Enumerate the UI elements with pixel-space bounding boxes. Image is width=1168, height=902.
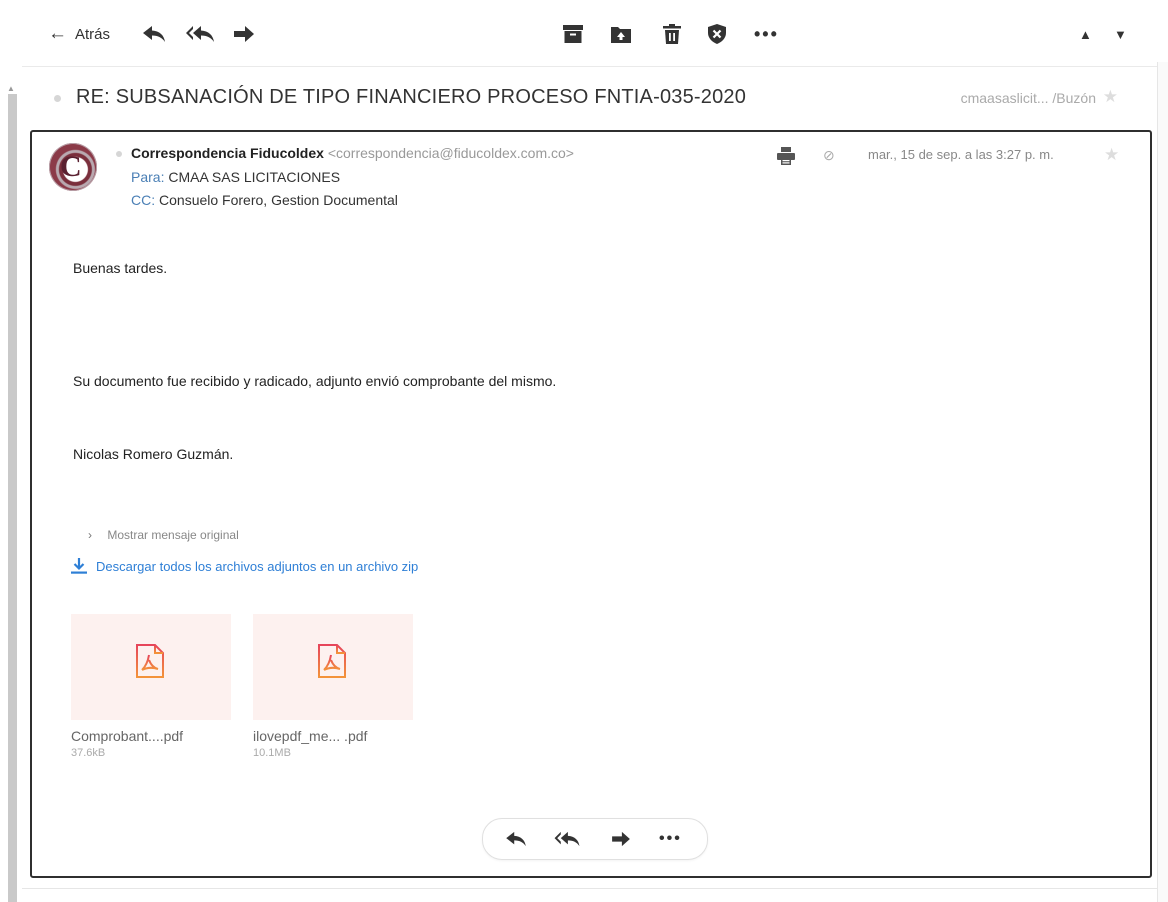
unread-indicator[interactable] <box>54 95 61 102</box>
next-message-icon[interactable]: ▼ <box>1114 23 1127 45</box>
pdf-icon <box>318 644 346 678</box>
subject-row: RE: SUBSANACIÓN DE TIPO FINANCIERO PROCE… <box>22 72 1158 124</box>
body-signature: Nicolas Romero Guzmán. <box>73 446 234 462</box>
cc-line: CC: Consuelo Forero, Gestion Documental <box>131 192 398 208</box>
attachment-size: 10.1MB <box>253 747 291 759</box>
download-icon <box>71 558 87 574</box>
attachment-size: 37.6kB <box>71 747 106 759</box>
attachment-clip-icon: ⊘ <box>823 147 835 163</box>
download-all-link[interactable]: Descargar todos los archivos adjuntos en… <box>70 557 418 575</box>
forward-icon[interactable] <box>611 829 631 849</box>
right-scroll-strip[interactable] <box>1157 62 1168 902</box>
folder-path[interactable]: cmaasaslicit... /Buzón <box>961 90 1096 106</box>
body-greeting: Buenas tardes. <box>73 260 168 276</box>
block-sender-icon[interactable] <box>708 23 726 45</box>
attachment-name[interactable]: ilovepdf_me... .pdf <box>253 728 413 744</box>
attachment-thumbnail[interactable] <box>71 614 231 720</box>
to-label: Para: <box>131 169 165 185</box>
download-all-label: Descargar todos los archivos adjuntos en… <box>96 558 419 574</box>
archive-icon[interactable] <box>563 23 583 45</box>
body-line: Su documento fue recibido y radicado, ad… <box>73 373 557 389</box>
message-date: mar., 15 de sep. a las 3:27 p. m. <box>868 147 1054 162</box>
back-button[interactable]: ← Atrás <box>48 23 110 45</box>
to-line: Para: CMAA SAS LICITACIONES <box>131 169 340 185</box>
message-toolbar: ← Atrás ••• ▲ ▼ <box>22 0 1168 66</box>
more-icon[interactable]: ••• <box>659 829 682 849</box>
print-icon[interactable] <box>777 147 795 170</box>
cc-recipients[interactable]: Consuelo Forero, Gestion Documental <box>159 192 398 208</box>
attachment-name[interactable]: Comprobant....pdf <box>71 728 231 744</box>
reply-icon[interactable] <box>142 23 166 45</box>
scroll-up-icon[interactable]: ▲ <box>7 84 15 93</box>
toolbar-divider <box>22 66 1168 67</box>
footer-divider <box>22 888 1158 889</box>
subject-title: RE: SUBSANACIÓN DE TIPO FINANCIERO PROCE… <box>76 86 747 108</box>
avatar: C <box>49 143 97 191</box>
forward-icon[interactable] <box>233 23 255 45</box>
pdf-icon <box>136 644 164 678</box>
sender-status-dot <box>116 151 122 157</box>
left-scroll-strip: ▲ <box>0 0 22 902</box>
cc-label: CC: <box>131 192 156 208</box>
attachment-thumbnail[interactable] <box>253 614 413 720</box>
reply-all-icon[interactable] <box>185 23 215 45</box>
chevron-right-icon: › <box>88 528 92 542</box>
message-card: C Correspondencia Fiducoldex <correspond… <box>30 130 1152 878</box>
show-original-toggle[interactable]: › Mostrar mensaje original <box>88 528 239 542</box>
sender-name[interactable]: Correspondencia Fiducoldex <box>131 145 324 161</box>
move-to-folder-icon[interactable] <box>611 23 631 45</box>
reply-icon[interactable] <box>505 829 527 849</box>
show-original-label: Mostrar mensaje original <box>107 528 239 542</box>
reply-all-icon[interactable] <box>553 829 581 849</box>
message-star-icon[interactable]: ★ <box>1104 145 1119 165</box>
back-arrow-icon: ← <box>48 23 67 44</box>
attachment-tile[interactable]: Comprobant....pdf 37.6kB <box>71 614 231 759</box>
sender-line: Correspondencia Fiducoldex <corresponden… <box>131 145 574 161</box>
more-icon[interactable]: ••• <box>754 23 779 45</box>
bottom-action-bar: ••• <box>482 818 708 860</box>
scrollbar-thumb[interactable] <box>8 94 17 902</box>
to-recipient[interactable]: CMAA SAS LICITACIONES <box>168 169 340 185</box>
back-label: Atrás <box>75 25 111 43</box>
thread-star-icon[interactable]: ★ <box>1103 87 1118 107</box>
previous-message-icon[interactable]: ▲ <box>1079 23 1092 45</box>
attachment-tile[interactable]: ilovepdf_me... .pdf 10.1MB <box>253 614 413 759</box>
sender-email[interactable]: <correspondencia@fiducoldex.com.co> <box>328 145 574 161</box>
delete-icon[interactable] <box>663 23 681 45</box>
